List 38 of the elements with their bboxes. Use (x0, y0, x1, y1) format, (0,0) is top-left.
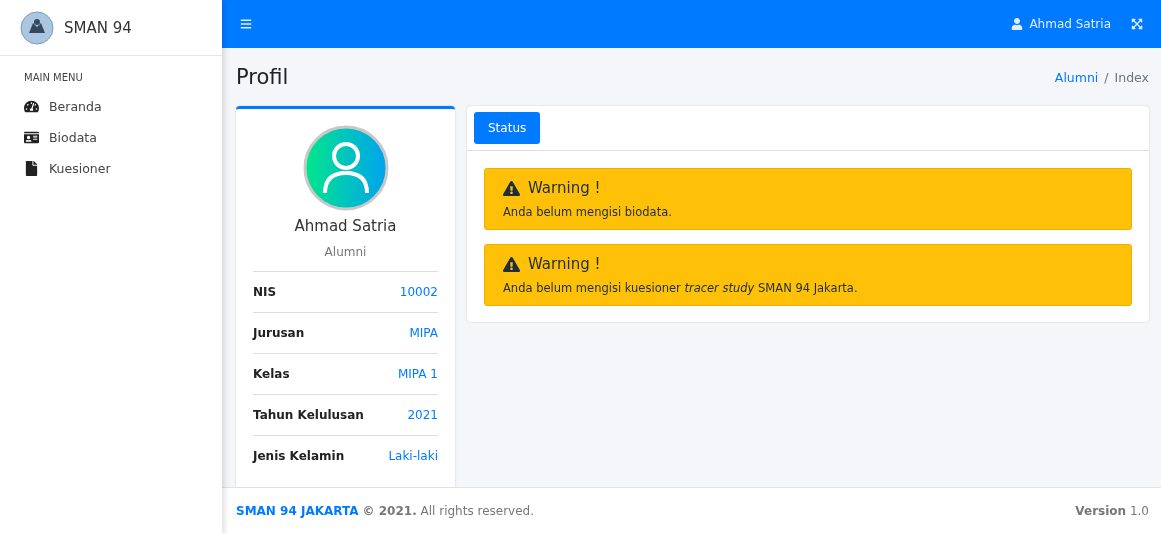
field-label: Jurusan (253, 326, 305, 340)
footer-link[interactable]: SMAN 94 JAKARTA (236, 504, 359, 518)
alert-title: Warning ! (528, 255, 601, 273)
field-value[interactable]: 10002 (399, 285, 438, 299)
profile-role: Alumni (324, 245, 367, 259)
warning-icon (503, 179, 520, 197)
gauge-icon (24, 99, 39, 114)
id-card-icon (24, 130, 39, 145)
menu-heading: MAIN MENU (23, 71, 84, 85)
alert-title: Warning ! (528, 179, 601, 197)
warning-icon (503, 255, 520, 273)
field-label: NIS (253, 285, 277, 299)
breadcrumb-current: Index (1114, 69, 1149, 85)
alert-message: Anda belum mengisi biodata. (503, 205, 673, 219)
breadcrumb-link[interactable]: Alumni (1054, 69, 1099, 85)
document-icon (24, 161, 39, 176)
field-label: Jenis Kelamin (253, 449, 345, 463)
avatar-icon (302, 125, 389, 211)
breadcrumb-separator: / (1104, 69, 1109, 85)
field-value[interactable]: MIPA 1 (397, 367, 438, 381)
field-value[interactable]: Laki-laki (388, 449, 438, 463)
field-value[interactable]: MIPA (409, 326, 438, 340)
tab[interactable]: Status (474, 112, 541, 144)
version-text: Version 1.0 (1075, 504, 1149, 518)
field-value[interactable]: 2021 (407, 408, 438, 422)
profile-name: Ahmad Satria (294, 217, 397, 235)
copyright-text: © 2021. All rights reserved. (362, 504, 534, 518)
field-label: Tahun Kelulusan (253, 408, 364, 422)
menu-item[interactable]: Biodata (0, 122, 222, 153)
menu-item[interactable]: Beranda (0, 91, 222, 122)
menu-item[interactable]: Kuesioner (0, 153, 222, 184)
school-logo (20, 10, 54, 45)
user-icon (1011, 18, 1024, 30)
brand-name[interactable]: SMAN 94 (64, 18, 132, 37)
page-title: Profil (236, 65, 289, 89)
alert-message: Anda belum mengisi kuesioner tracer study SMAN 94 Jakarta. (503, 281, 859, 295)
user-menu[interactable]: Ahmad Satria (1007, 13, 1115, 35)
field-label: Kelas (253, 367, 290, 381)
